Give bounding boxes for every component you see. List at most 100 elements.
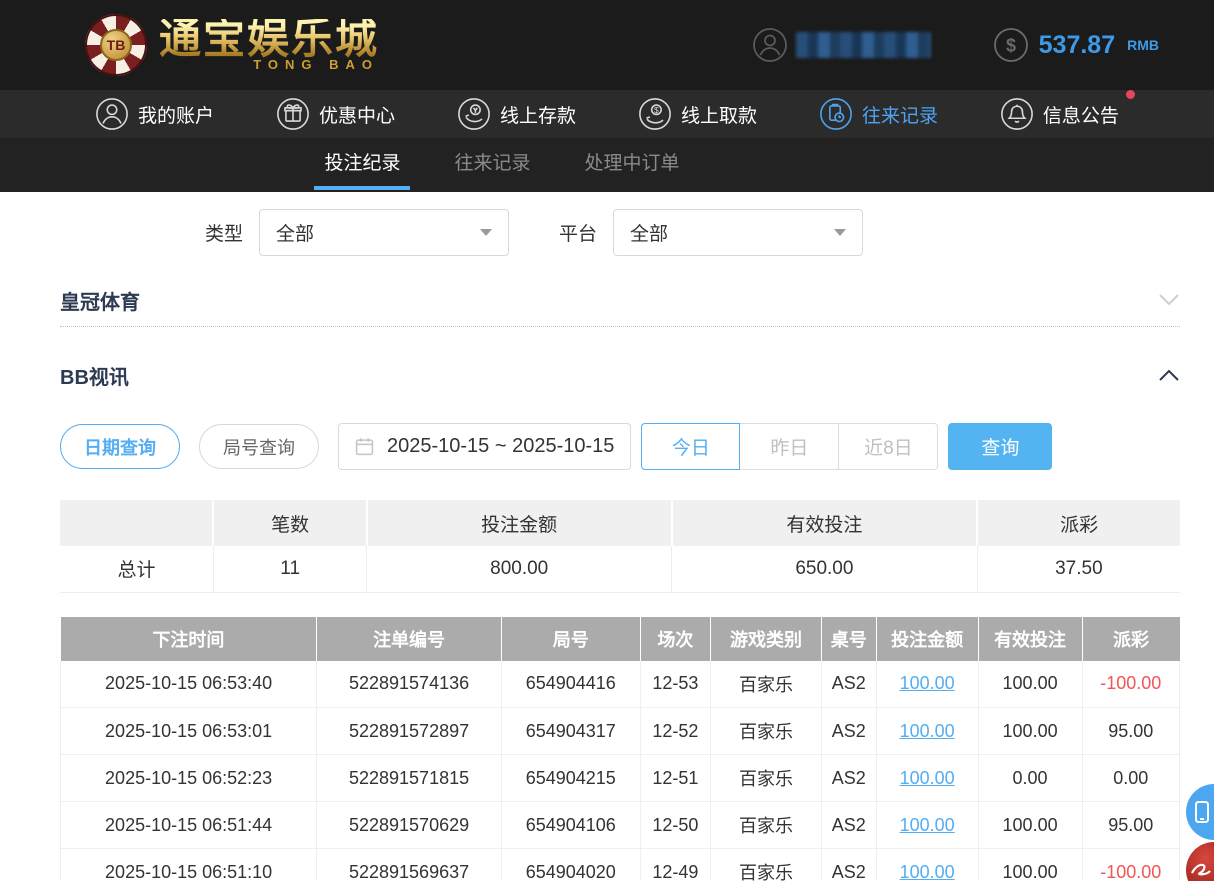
- nav-label: 线上存款: [500, 101, 576, 128]
- balance-amount: 537.87: [1039, 31, 1115, 60]
- cell-payout: 0.00: [1082, 755, 1179, 802]
- summary-header-bet-amount: 投注金额: [367, 500, 672, 546]
- platform-filter-label: 平台: [559, 219, 597, 246]
- bet-amount-link[interactable]: 100.00: [900, 815, 955, 835]
- date-query-pill[interactable]: 日期查询: [60, 424, 180, 469]
- cell-round-id: 654904317: [501, 708, 640, 755]
- col-payout: 派彩: [1082, 617, 1179, 661]
- search-button[interactable]: 查询: [948, 423, 1052, 470]
- col-order-id: 注单编号: [317, 617, 502, 661]
- nav-label: 线上取款: [681, 101, 757, 128]
- summary-header-empty: [60, 500, 213, 546]
- section-bb-video[interactable]: BB视讯: [60, 353, 1180, 397]
- cell-valid-bet: 100.00: [978, 802, 1082, 849]
- round-query-pill[interactable]: 局号查询: [199, 424, 319, 469]
- bet-amount-link[interactable]: 100.00: [900, 673, 955, 693]
- tab-bet-records[interactable]: 投注纪录: [318, 138, 406, 192]
- col-session: 场次: [640, 617, 710, 661]
- section-crown-sports[interactable]: 皇冠体育: [60, 280, 1180, 320]
- table-row: 2025-10-15 06:53:01 522891572897 6549043…: [61, 708, 1180, 755]
- summary-table: 笔数 投注金额 有效投注 派彩 总计 11 800.00 650.00 37.5…: [60, 500, 1180, 593]
- chevron-down-icon: [834, 229, 846, 236]
- chip-tb-text: TB: [100, 29, 132, 61]
- section-title: BB视讯: [60, 361, 129, 390]
- cell-bet-time: 2025-10-15 06:51:44: [61, 802, 317, 849]
- nav-item-my-account[interactable]: 我的账户: [95, 97, 214, 131]
- type-filter-label: 类型: [205, 219, 243, 246]
- platform-select-value: 全部: [630, 219, 668, 246]
- sub-tab-bar: 投注纪录 往来记录 处理中订单: [0, 138, 1214, 192]
- col-bet-amount: 投注金额: [876, 617, 978, 661]
- summary-total-row: 总计 11 800.00 650.00 37.50: [60, 546, 1180, 592]
- platform-select[interactable]: 全部: [613, 209, 863, 256]
- section-title: 皇冠体育: [60, 286, 140, 315]
- today-button[interactable]: 今日: [641, 423, 740, 470]
- gift-icon: [276, 97, 310, 131]
- poker-chip-logo-icon: TB: [85, 14, 147, 76]
- col-table-no: 桌号: [821, 617, 876, 661]
- notification-badge-dot: [1126, 90, 1135, 99]
- dollar-coin-icon: $: [993, 27, 1029, 63]
- cell-session: 12-49: [640, 849, 710, 881]
- cell-round-id: 654904020: [501, 849, 640, 881]
- cell-table-no: AS2: [821, 755, 876, 802]
- bell-icon: [1000, 97, 1034, 131]
- cell-order-id: 522891572897: [317, 708, 502, 755]
- nav-item-promotions[interactable]: 优惠中心: [276, 97, 395, 131]
- table-row: 2025-10-15 06:52:23 522891571815 6549042…: [61, 755, 1180, 802]
- type-select[interactable]: 全部: [259, 209, 509, 256]
- deposit-coin-hand-icon: [457, 97, 491, 131]
- nav-label: 我的账户: [138, 101, 214, 128]
- bet-amount-link[interactable]: 100.00: [900, 721, 955, 741]
- site-logo[interactable]: TB 通宝娱乐城 TONG BAO: [85, 14, 379, 76]
- bet-table-header-row: 下注时间 注单编号 局号 场次 游戏类别 桌号 投注金额 有效投注 派彩: [61, 617, 1180, 661]
- tab-transaction-records[interactable]: 往来记录: [448, 138, 536, 192]
- user-icon: [752, 27, 788, 63]
- main-nav: 我的账户 优惠中心 线上存款: [0, 90, 1214, 138]
- top-bar: TB 通宝娱乐城 TONG BAO $ 537.87 RMB: [0, 0, 1214, 90]
- summary-header-row: 笔数 投注金额 有效投注 派彩: [60, 500, 1180, 546]
- summary-bet-amount: 800.00: [367, 546, 672, 592]
- nav-item-deposit[interactable]: 线上存款: [457, 97, 576, 131]
- cell-bet-amount: 100.00: [876, 755, 978, 802]
- cell-bet-time: 2025-10-15 06:53:01: [61, 708, 317, 755]
- withdraw-coin-hand-icon: $: [638, 97, 672, 131]
- yesterday-button[interactable]: 昨日: [740, 423, 839, 470]
- cell-payout: 95.00: [1082, 802, 1179, 849]
- username-redacted[interactable]: [796, 32, 931, 58]
- brand-name-cn: 通宝娱乐城: [159, 19, 379, 61]
- date-range-input[interactable]: 2025-10-15 ~ 2025-10-15: [338, 423, 631, 470]
- user-circle-icon: [95, 97, 129, 131]
- nav-item-announcements[interactable]: 信息公告: [1000, 97, 1119, 131]
- tab-processing-orders[interactable]: 处理中订单: [579, 138, 686, 192]
- cell-order-id: 522891570629: [317, 802, 502, 849]
- cell-round-id: 654904215: [501, 755, 640, 802]
- chevron-down-icon[interactable]: [1158, 293, 1180, 307]
- nav-label: 往来记录: [862, 101, 938, 128]
- chevron-down-icon: [480, 229, 492, 236]
- cell-bet-amount: 100.00: [876, 849, 978, 881]
- nav-item-withdraw[interactable]: $ 线上取款: [638, 97, 757, 131]
- filter-row: 类型 全部 平台 全部: [205, 208, 1180, 256]
- svg-text:$: $: [1006, 36, 1016, 56]
- cell-payout: -100.00: [1082, 849, 1179, 881]
- bet-amount-link[interactable]: 100.00: [900, 768, 955, 788]
- cell-payout: 95.00: [1082, 708, 1179, 755]
- balance-group[interactable]: $ 537.87 RMB: [993, 27, 1159, 63]
- cell-bet-amount: 100.00: [876, 708, 978, 755]
- cell-game-type: 百家乐: [711, 802, 822, 849]
- nav-item-transaction-records[interactable]: 往来记录: [819, 97, 938, 131]
- bet-table-body: 2025-10-15 06:53:40 522891574136 6549044…: [61, 661, 1180, 881]
- cell-bet-amount: 100.00: [876, 802, 978, 849]
- col-bet-time: 下注时间: [61, 617, 317, 661]
- bet-amount-link[interactable]: 100.00: [900, 862, 955, 881]
- chevron-up-icon[interactable]: [1158, 368, 1180, 382]
- cell-session: 12-51: [640, 755, 710, 802]
- content: 类型 全部 平台 全部 皇冠体育 BB视讯 日期查询 局号查询: [0, 192, 1214, 881]
- col-game-type: 游戏类别: [711, 617, 822, 661]
- last-8-days-button[interactable]: 近8日: [839, 423, 938, 470]
- summary-header-valid-bet: 有效投注: [672, 500, 978, 546]
- cell-order-id: 522891571815: [317, 755, 502, 802]
- col-valid-bet: 有效投注: [978, 617, 1082, 661]
- cell-payout: -100.00: [1082, 661, 1179, 708]
